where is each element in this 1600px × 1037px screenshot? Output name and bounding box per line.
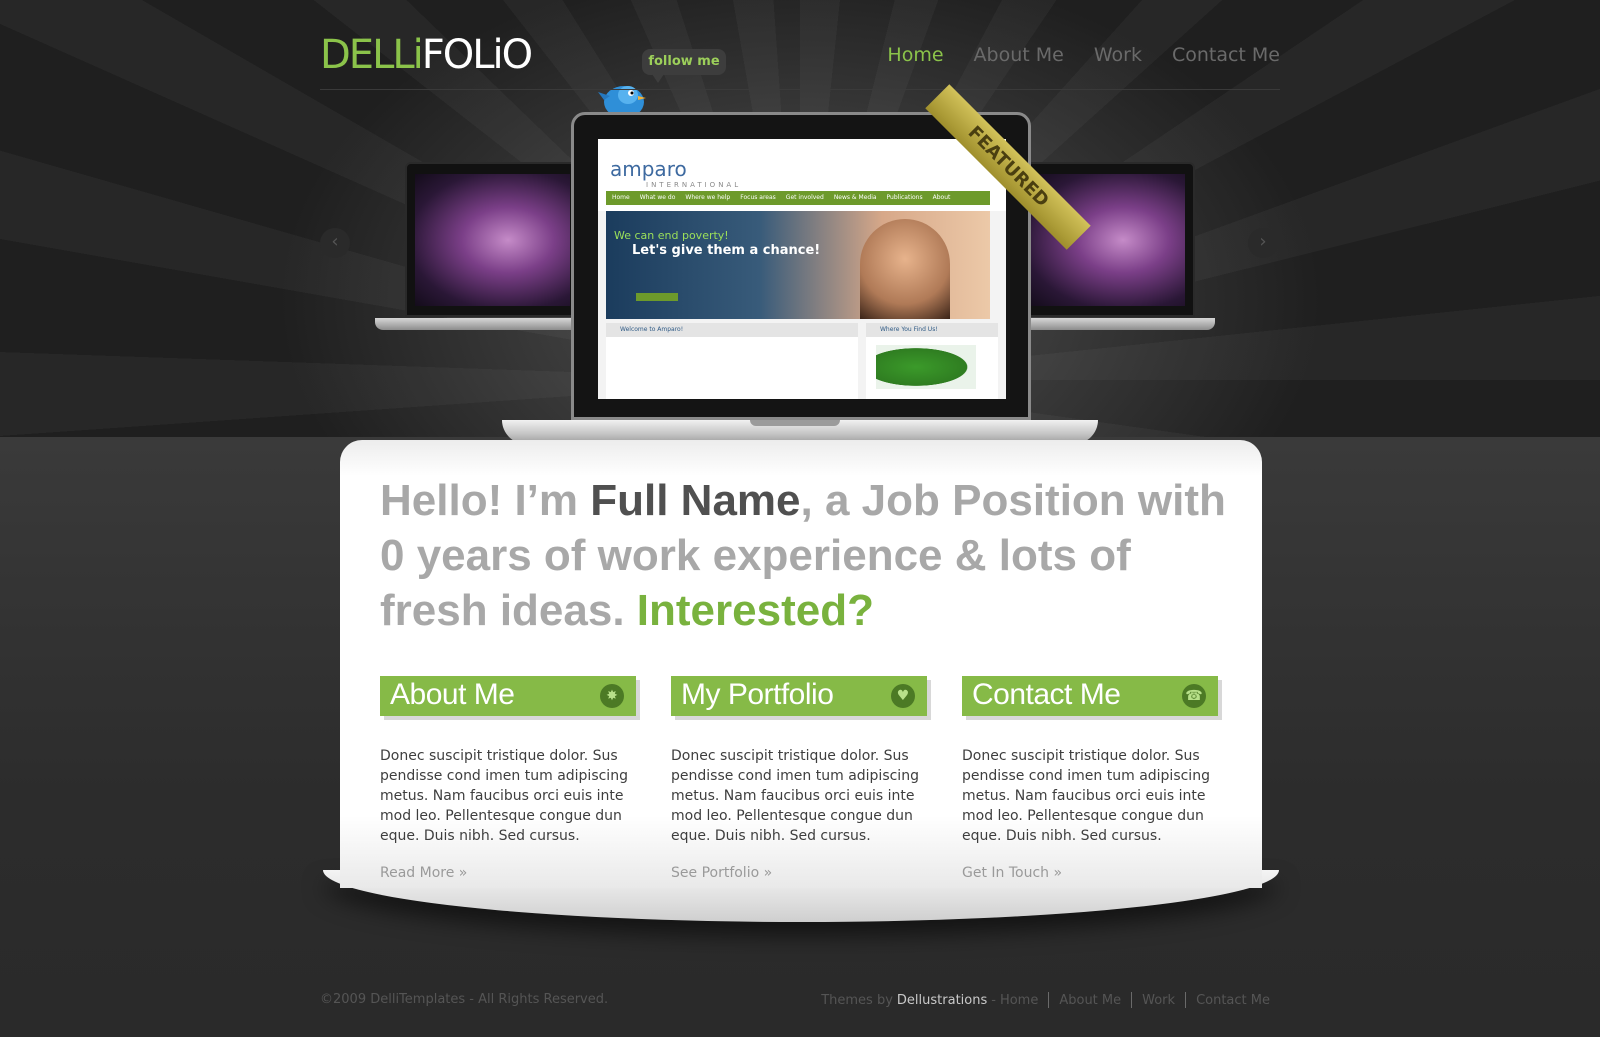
about-me-button[interactable]: About Me ✸ [380, 676, 636, 716]
site-logo[interactable]: DELLiFOLiO [320, 32, 533, 78]
footer-separator [1185, 992, 1187, 1008]
nav-work[interactable]: Work [1094, 44, 1142, 66]
amparo-hero-line1: We can end poverty! [614, 229, 729, 242]
footer-links: Themes by Dellustrations - Home About Me… [821, 992, 1270, 1008]
heart-icon: ♥ [891, 684, 915, 708]
amparo-nav-item: Home [612, 194, 630, 201]
footer-themes-by: Themes by [821, 992, 893, 1008]
footer-copyright: ©2009 DelliTemplates - All Rights Reserv… [320, 992, 609, 1007]
amparo-nav-item: Get involved [785, 194, 824, 201]
amparo-nav-item: Focus areas [740, 194, 776, 201]
my-portfolio-button[interactable]: My Portfolio ♥ [671, 676, 927, 716]
column-text: Donec suscipit tristique dolor. Sus pend… [380, 748, 628, 844]
amparo-logo: amparo [610, 157, 687, 181]
intro-part1: Hello! I’m [380, 476, 591, 525]
phone-icon: ☎ [1182, 684, 1206, 708]
amparo-lower: Welcome to Amparo! Where You Find Us! [606, 323, 998, 399]
column-text: Donec suscipit tristique dolor. Sus pend… [671, 748, 919, 844]
nav-contact-me[interactable]: Contact Me [1172, 44, 1280, 66]
featured-site-screenshot: amparo INTERNATIONAL Home What we do Whe… [598, 139, 1006, 399]
read-more-link[interactable]: Read More » [380, 865, 467, 881]
header-divider [320, 89, 1280, 90]
get-in-touch-link[interactable]: Get In Touch » [962, 865, 1062, 881]
amparo-hero-button [636, 293, 678, 301]
intro-name: Full Name [590, 476, 801, 525]
amparo-welcome-label: Welcome to Amparo! [620, 326, 684, 333]
column-about: About Me ✸ Donec suscipit tristique dolo… [380, 676, 642, 881]
amparo-nav-item: What we do [639, 194, 676, 201]
nav-about-me[interactable]: About Me [974, 44, 1064, 66]
side-laptop-left[interactable] [375, 162, 600, 330]
intro-headline: Hello! I’m Full Name, a Job Position wit… [380, 473, 1240, 638]
footer-separator [1131, 992, 1133, 1008]
amparo-nav-item: News & Media [833, 194, 877, 201]
logo-part2: FOLiO [421, 32, 533, 78]
follow-me-bubble[interactable]: follow me [642, 49, 726, 83]
column-title: Contact Me [972, 678, 1121, 711]
footer-link-contact-me[interactable]: Contact Me [1196, 993, 1270, 1008]
amparo-nav-item: Publications [886, 194, 923, 201]
featured-laptop[interactable]: amparo INTERNATIONAL Home What we do Whe… [571, 112, 1031, 420]
footer-link-work[interactable]: Work [1142, 993, 1175, 1008]
amparo-where-label: Where You Find Us! [880, 326, 938, 333]
column-portfolio: My Portfolio ♥ Donec suscipit tristique … [671, 676, 933, 881]
see-portfolio-link[interactable]: See Portfolio » [671, 865, 772, 881]
slider-prev-button[interactable]: ‹ [320, 228, 350, 258]
side-laptop-screen [405, 162, 580, 317]
slider-next-button[interactable]: › [1248, 228, 1278, 258]
column-contact: Contact Me ☎ Donec suscipit tristique do… [962, 676, 1224, 881]
column-title: About Me [390, 678, 515, 711]
column-text: Donec suscipit tristique dolor. Sus pend… [962, 748, 1210, 844]
footer-link-home[interactable]: Home [1000, 993, 1038, 1008]
footer-separator [1048, 992, 1050, 1008]
child-photo [860, 219, 950, 319]
world-map [876, 345, 976, 389]
main-nav: Home About Me Work Contact Me [887, 44, 1280, 66]
footer-brand-link[interactable]: Dellustrations [897, 993, 987, 1008]
amparo-sub: INTERNATIONAL [646, 181, 742, 189]
amparo-nav-item: Where we help [685, 194, 731, 201]
side-laptop-base [375, 318, 600, 330]
nav-home[interactable]: Home [887, 44, 943, 66]
contact-me-button[interactable]: Contact Me ☎ [962, 676, 1218, 716]
amparo-nav: Home What we do Where we help Focus area… [606, 191, 990, 205]
amparo-nav-item: About [932, 194, 951, 201]
footer-link-about-me[interactable]: About Me [1059, 993, 1121, 1008]
logo-part1: DELLi [320, 32, 424, 78]
chevron-right-icon: › [1259, 231, 1267, 252]
column-title: My Portfolio [681, 678, 834, 711]
amparo-hero: We can end poverty! Let's give them a ch… [606, 211, 990, 319]
ribbon-icon: ✸ [600, 684, 624, 708]
chevron-left-icon: ‹ [331, 231, 339, 252]
amparo-hero-line2: Let's give them a chance! [632, 243, 821, 258]
intro-cta[interactable]: Interested? [637, 586, 874, 635]
